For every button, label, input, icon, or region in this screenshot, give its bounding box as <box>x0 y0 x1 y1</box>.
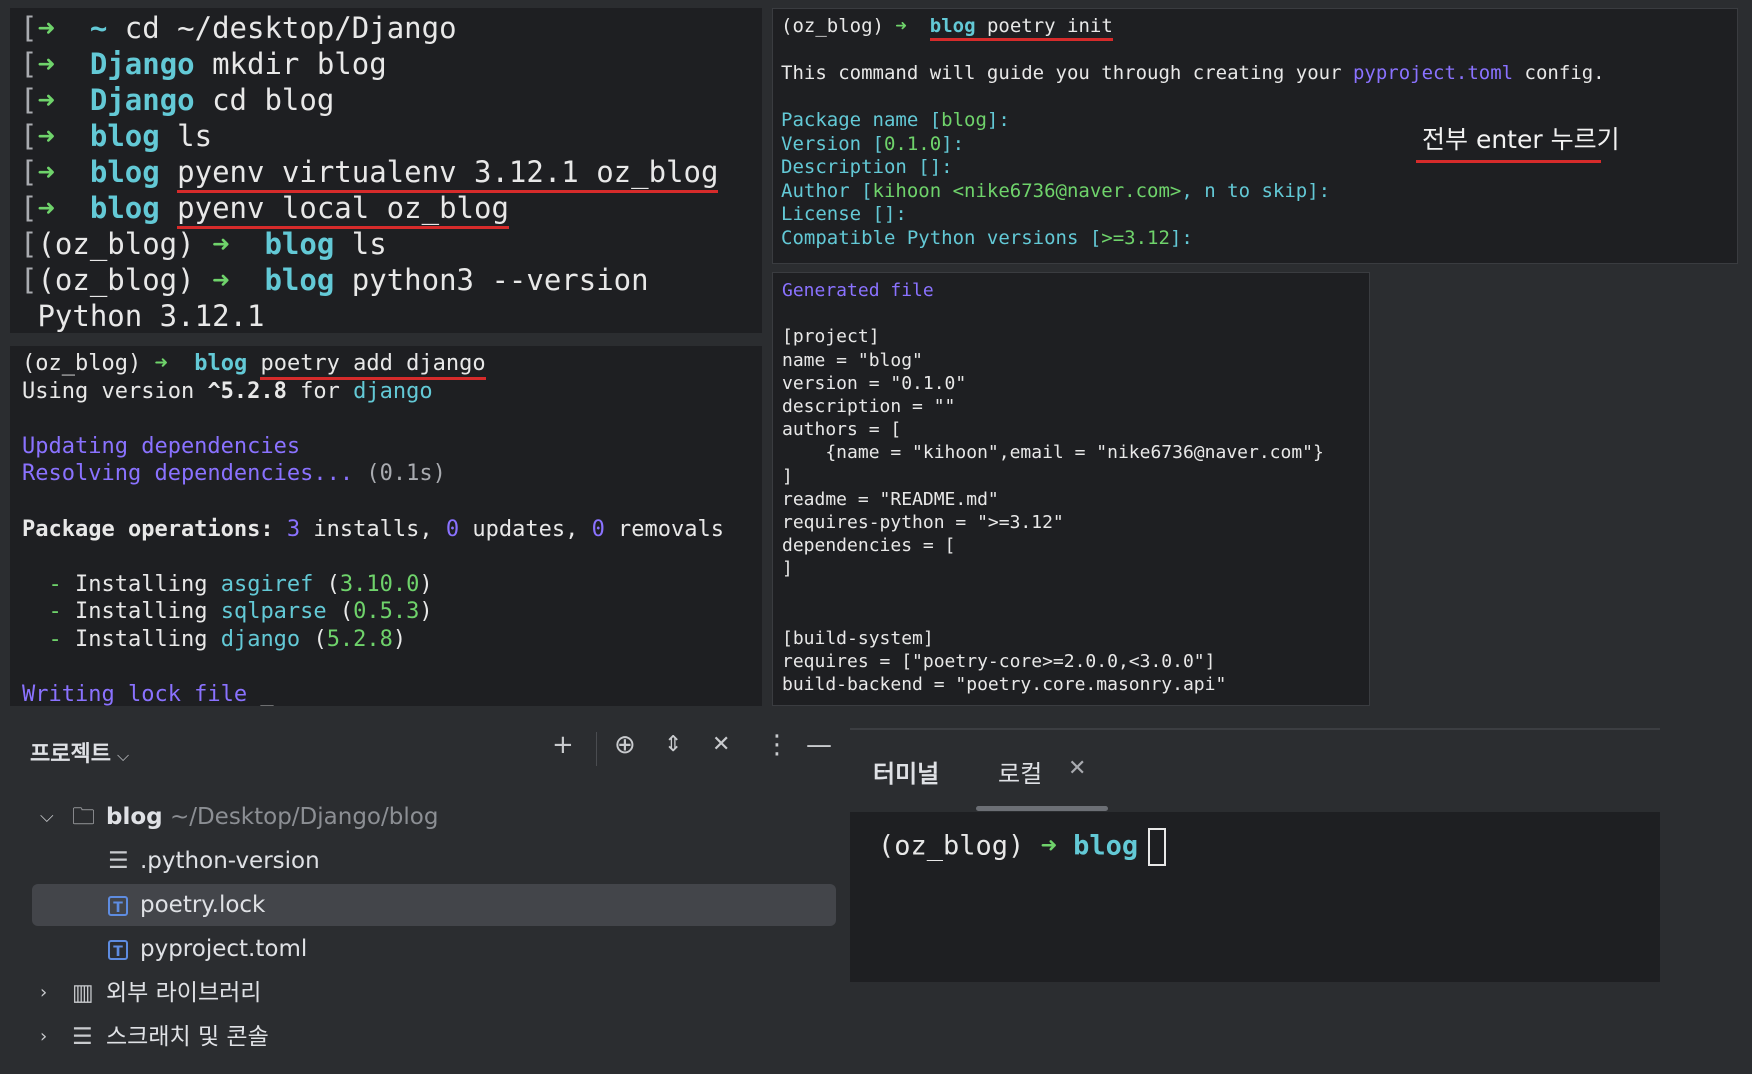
tab-local[interactable]: 로컬 <box>998 754 1042 789</box>
terminal-line: - Installing sqlparse (0.5.3) <box>48 599 433 625</box>
terminal-line: This command will guide you through crea… <box>781 62 1605 84</box>
terminal-line: [➜ Django mkdir blog <box>20 47 387 81</box>
collapse-icon[interactable]: ✕ <box>712 730 730 760</box>
chevron-right-icon[interactable]: › <box>40 972 47 1014</box>
code-line: readme = "README.md" <box>782 488 999 510</box>
code-line: [project] <box>782 326 880 348</box>
project-tool-window: 프로젝트 ⌵ + ⊕ ⇕ ✕ ⋮ — ⌵ 🗀 blog ~/Desktop/Dja… <box>0 710 850 1074</box>
terminal-line: Writing lock file _ <box>22 682 274 706</box>
text-file-icon: ☰ <box>108 848 129 874</box>
terminal-line: [➜ blog pyenv virtualenv 3.12.1 oz_blog <box>20 154 752 193</box>
code-line: dependencies = [ <box>782 535 956 557</box>
annotation-note: 전부 enter 누르기 <box>1422 125 1620 154</box>
project-title-dropdown[interactable]: 프로젝트 ⌵ <box>30 736 129 768</box>
code-line: ] <box>782 465 793 487</box>
scratch-icon: ☰ <box>72 1024 93 1050</box>
terminal-output-poetry-add: (oz_blog) ➜ blog poetry add django Using… <box>10 346 762 706</box>
tree-item-blog[interactable]: ⌵ 🗀 blog ~/Desktop/Django/blog <box>32 796 836 838</box>
code-line: requires = ["poetry-core>=2.0.0,<3.0.0"] <box>782 651 1216 673</box>
toml-file-icon: T <box>108 928 128 970</box>
terminal-line: [(oz_blog) ➜ blog python3 --version <box>20 263 649 297</box>
terminal-line: (oz_blog) ➜ blog poetry init <box>781 15 1729 41</box>
minimize-icon[interactable]: — <box>806 730 832 760</box>
code-line: [build-system] <box>782 628 934 650</box>
text-cursor <box>1148 828 1167 866</box>
terminal-line: - Installing asgiref (3.10.0) <box>48 571 433 597</box>
terminal-line: - Installing django (5.2.8) <box>48 626 407 652</box>
terminal-line: [(oz_blog) ➜ blog ls <box>20 227 387 261</box>
generated-file-title: Generated file <box>782 280 934 301</box>
terminal-line: [➜ ~ cd ~/desktop/Django <box>20 11 457 45</box>
tree-item-poetry-lock[interactable]: T poetry.lock <box>32 884 836 926</box>
chevron-down-icon[interactable]: ⌵ <box>40 796 54 838</box>
terminal-line: Compatible Python versions [>=3.12]: <box>781 226 1193 249</box>
tree-item-pyproject-toml[interactable]: T pyproject.toml <box>32 928 836 970</box>
library-icon: ▥ <box>72 980 94 1006</box>
terminal-line: Updating dependencies <box>22 433 301 459</box>
code-line: build-backend = "poetry.core.masonry.api… <box>782 674 1227 696</box>
code-line: requires-python = ">=3.12" <box>782 512 1064 534</box>
generated-file-content: [project] name = "blog" version = "0.1.0" d… <box>782 302 1360 696</box>
terminal-line: [➜ Django cd blog <box>20 83 335 117</box>
code-line: {name = "kihoon",email = "nike6736@naver… <box>782 442 1324 464</box>
expand-icon[interactable]: ⇕ <box>664 730 682 760</box>
terminal-body[interactable]: (oz_blog) ➜ blog <box>850 812 1660 982</box>
toml-file-icon: T <box>108 884 128 926</box>
folder-icon: 🗀 <box>72 804 95 830</box>
tree-item-python-version[interactable]: ☰ .python-version <box>32 840 836 882</box>
terminal-output-setup: [➜ ~ cd ~/desktop/Django [➜ Django mkdir… <box>10 8 762 333</box>
plus-icon[interactable]: + <box>552 730 574 760</box>
code-line: name = "blog" <box>782 349 923 371</box>
terminal-line: License []: <box>781 203 907 225</box>
toolbar-separator <box>596 732 597 766</box>
terminal-line: Package operations: 3 installs, 0 update… <box>22 516 725 542</box>
active-tab-indicator <box>976 806 1108 811</box>
terminal-line: Author [kihoon <nike6736@naver.com>, n t… <box>781 179 1331 202</box>
code-line: ] <box>782 558 793 580</box>
code-line: authors = [ <box>782 419 902 441</box>
chevron-down-icon: ⌵ <box>116 746 130 765</box>
annotation-underline <box>1416 160 1601 163</box>
terminal-line: Resolving dependencies... (0.1s) <box>22 461 446 487</box>
more-icon[interactable]: ⋮ <box>764 730 790 760</box>
close-icon[interactable]: ✕ <box>1068 756 1086 781</box>
terminal-output: Python 3.12.1 <box>37 299 265 333</box>
tab-terminal[interactable]: 터미널 <box>873 754 939 789</box>
tree-item-external-libraries[interactable]: › ▥ 외부 라이브러리 <box>32 972 836 1014</box>
tree-item-scratches[interactable]: › ☰ 스크래치 및 콘솔 <box>32 1016 836 1058</box>
code-line: version = "0.1.0" <box>782 372 967 394</box>
terminal-tool-window: 터미널 로컬 ✕ (oz_blog) ➜ blog <box>850 710 1752 1074</box>
chevron-right-icon[interactable]: › <box>40 1016 47 1058</box>
crosshair-icon[interactable]: ⊕ <box>614 730 636 760</box>
terminal-line: (oz_blog) ➜ blog poetry add django <box>22 350 750 380</box>
terminal-line: Using version ^5.2.8 for django <box>22 378 433 404</box>
code-line: description = "" <box>782 396 956 418</box>
generated-file-panel: Generated file [project] name = "blog" ver… <box>772 272 1370 706</box>
terminal-line: [➜ blog pyenv local oz_blog <box>20 190 752 229</box>
terminal-line: [➜ blog ls <box>20 119 213 153</box>
tool-window-divider <box>850 728 1660 730</box>
